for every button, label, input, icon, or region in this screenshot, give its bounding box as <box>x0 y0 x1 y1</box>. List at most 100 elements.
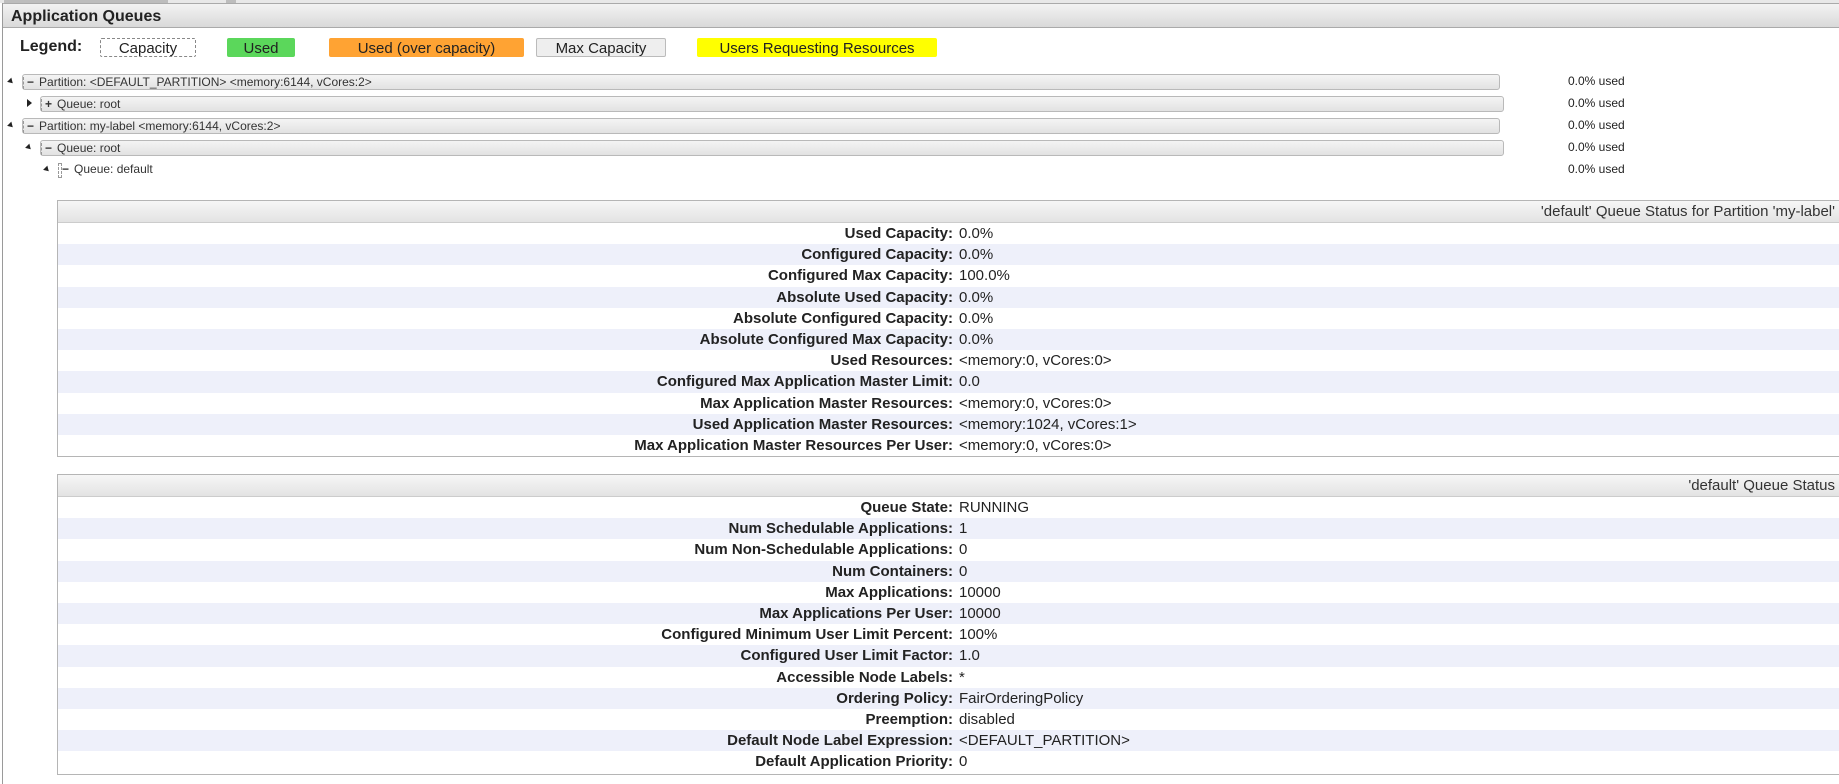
info-value: <memory:1024, vCores:1> <box>959 415 1137 433</box>
info-value: 0 <box>959 753 968 771</box>
queue-capacity-bar[interactable]: + Queue: root <box>40 96 1504 112</box>
info-value: 1.0 <box>959 647 980 665</box>
used-percentage: 0.0% used <box>1568 140 1625 154</box>
info-row: Preemption: disabled <box>58 709 1839 730</box>
queue-leaf[interactable]: − Queue: default <box>58 162 258 178</box>
info-row: Configured Capacity: 0.0% <box>58 244 1839 266</box>
info-value: 0.0 <box>959 373 980 391</box>
info-label: Num Non-Schedulable Applications: <box>694 541 953 559</box>
info-value: 0 <box>959 562 968 580</box>
info-label: Absolute Configured Capacity: <box>732 309 953 327</box>
collapse-icon: − <box>45 141 53 155</box>
expand-icon: + <box>45 97 53 111</box>
info-label: Queue State: <box>860 499 953 516</box>
tree-node-partition-my-label[interactable]: − Partition: my-label <memory:6144, vCore… <box>0 118 1839 136</box>
queue-capacity-bar[interactable]: − Partition: <DEFAULT_PARTITION> <memory:… <box>22 74 1500 90</box>
queue-label: − Partition: my-label <memory:6144, vCore… <box>27 119 280 134</box>
info-row: Accessible Node Labels: * <box>58 667 1839 688</box>
collapse-icon: − <box>27 75 35 89</box>
used-percentage: 0.0% used <box>1568 162 1625 176</box>
info-row: Configured Max Application Master Limit:… <box>58 371 1839 393</box>
used-percentage: 0.0% used <box>1568 118 1625 132</box>
expanded-triangle-icon[interactable] <box>7 77 15 86</box>
info-row: Absolute Used Capacity: 0.0% <box>58 286 1839 308</box>
collapse-icon: − <box>62 162 70 176</box>
info-label: Configured Minimum User Limit Percent: <box>661 626 953 644</box>
info-row: Num Containers: 0 <box>58 560 1839 582</box>
info-value: RUNNING <box>959 499 1029 516</box>
info-row: Max Applications Per User: 10000 <box>58 602 1839 625</box>
info-row: Queue State: RUNNING <box>58 497 1839 518</box>
tree-node-partition-default[interactable]: − Partition: <DEFAULT_PARTITION> <memory:… <box>0 74 1839 92</box>
tree-node-queue-root[interactable]: + Queue: root 0.0% used <box>0 96 1839 114</box>
info-label: Default Application Priority: <box>755 753 953 771</box>
collapsed-triangle-icon[interactable] <box>27 99 32 107</box>
info-row: Configured User Limit Factor: 1.0 <box>58 645 1839 667</box>
info-label: Used Capacity: <box>844 225 953 242</box>
tree-node-queue-root[interactable]: − Queue: root 0.0% used <box>0 140 1839 158</box>
info-label: Num Containers: <box>832 562 953 580</box>
queue-name: Queue: root <box>57 141 121 155</box>
expanded-triangle-icon[interactable] <box>25 143 33 152</box>
queue-label: − Queue: default <box>62 162 153 177</box>
info-label: Preemption: <box>865 710 953 728</box>
legend-used-over-capacity: Used (over capacity) <box>329 38 524 57</box>
info-label: Used Application Master Resources: <box>692 415 953 433</box>
info-row: Ordering Policy: FairOrderingPolicy <box>58 687 1839 709</box>
info-value: 0.0% <box>959 330 994 348</box>
info-label: Configured Max Application Master Limit: <box>656 373 953 391</box>
info-value: disabled <box>959 710 1015 728</box>
info-row: Used Resources: <memory:0, vCores:0> <box>58 350 1839 371</box>
info-row: Configured Minimum User Limit Percent: 10… <box>58 624 1839 645</box>
queue-capacity-bar[interactable]: − Queue: root <box>40 140 1504 156</box>
info-label: Accessible Node Labels: <box>776 668 953 686</box>
info-label: Num Schedulable Applications: <box>728 520 953 538</box>
info-row: Num Schedulable Applications: 1 <box>58 518 1839 540</box>
info-label: Configured Capacity: <box>801 246 953 264</box>
info-row: Used Capacity: 0.0% <box>58 223 1839 244</box>
info-label: Ordering Policy: <box>836 689 953 707</box>
info-row: Num Non-Schedulable Applications: 0 <box>58 539 1839 560</box>
panel-title: 'default' Queue Status for Partition 'my… <box>1540 203 1835 220</box>
legend-users-requesting-resources: Users Requesting Resources <box>697 38 937 57</box>
info-value: 10000 <box>959 604 1001 622</box>
info-value: 0 <box>959 541 968 559</box>
panel-title: 'default' Queue Status <box>1688 477 1835 494</box>
capacity-marker <box>41 143 43 155</box>
queue-label: + Queue: root <box>45 97 120 112</box>
info-label: Default Node Label Expression: <box>727 732 953 750</box>
info-value: 0.0% <box>959 309 994 327</box>
expanded-triangle-icon[interactable] <box>43 165 51 174</box>
info-label: Max Application Master Resources: <box>700 394 953 412</box>
legend-label: Legend: <box>20 38 83 55</box>
info-value: <memory:0, vCores:0> <box>959 352 1112 370</box>
used-percentage: 0.0% used <box>1568 74 1625 88</box>
info-row: Max Application Master Resources Per Use… <box>58 435 1839 456</box>
expanded-triangle-icon[interactable] <box>7 121 15 130</box>
info-label: Configured Max Capacity: <box>767 267 953 285</box>
info-row: Absolute Configured Max Capacity: 0.0% <box>58 328 1839 351</box>
info-label: Max Application Master Resources Per Use… <box>634 436 953 454</box>
info-row: Max Applications: 10000 <box>58 582 1839 603</box>
info-value: <memory:0, vCores:0> <box>959 394 1112 412</box>
partition-name: Partition: my-label <memory:6144, vCores… <box>39 119 281 133</box>
queue-capacity-bar[interactable]: − Partition: my-label <memory:6144, vCore… <box>22 118 1500 134</box>
info-row: Used Application Master Resources: <memor… <box>58 413 1839 435</box>
info-row: Default Node Label Expression: <DEFAULT_P… <box>58 730 1839 752</box>
info-value: <memory:0, vCores:0> <box>959 436 1112 454</box>
capacity-marker <box>41 99 43 111</box>
info-label: Max Applications Per User: <box>759 604 953 622</box>
application-queues-header: Application Queues <box>3 3 1839 28</box>
panel-header: 'default' Queue Status for Partition 'my… <box>58 201 1839 223</box>
collapse-icon: − <box>27 119 35 133</box>
tree-node-queue-default[interactable]: − Queue: default 0.0% used <box>0 162 1839 180</box>
queue-label: − Queue: root <box>45 141 120 156</box>
info-value: 100.0% <box>959 267 1010 285</box>
legend-max-capacity: Max Capacity <box>536 38 666 57</box>
info-value: * <box>959 668 965 686</box>
info-label: Configured User Limit Factor: <box>740 647 953 665</box>
info-row: Max Application Master Resources: <memory… <box>58 393 1839 414</box>
queue-label: − Partition: <DEFAULT_PARTITION> <memory:… <box>27 75 372 90</box>
info-label: Absolute Used Capacity: <box>776 288 953 306</box>
legend-used: Used <box>227 38 295 57</box>
